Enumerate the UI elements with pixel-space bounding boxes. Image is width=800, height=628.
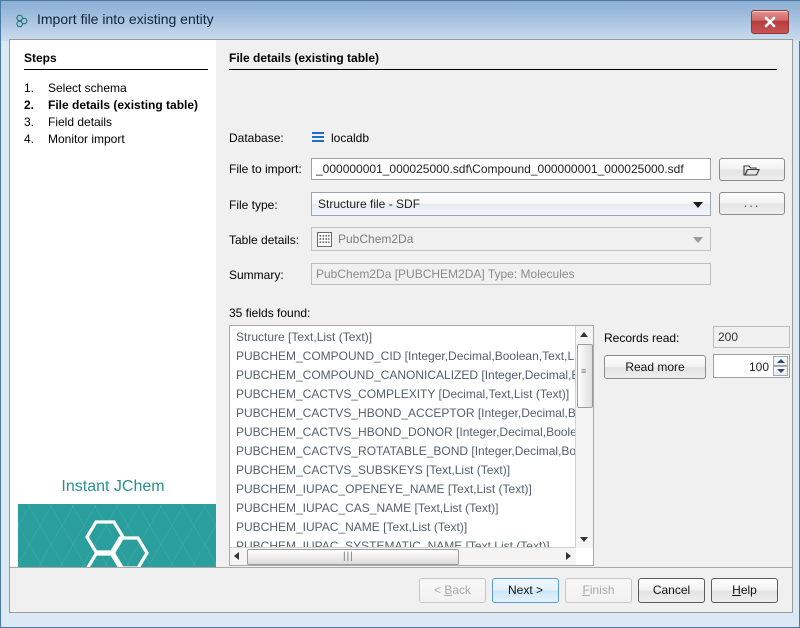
steps-list: 1. Select schema 2. File details (existi… bbox=[24, 80, 210, 148]
list-item[interactable]: PUBCHEM_CACTVS_SUBSKEYS [Text,List (Text… bbox=[230, 461, 576, 480]
step-label: File details (existing table) bbox=[48, 98, 198, 112]
fields-count-label: 35 fields found: bbox=[229, 306, 310, 320]
step-number: 1. bbox=[24, 80, 42, 97]
brand-name: Instant JChem bbox=[10, 478, 216, 496]
fields-list: Structure [Text,List (Text)] PUBCHEM_COM… bbox=[230, 328, 576, 556]
step-number: 2. bbox=[24, 97, 42, 114]
list-item[interactable]: Structure [Text,List (Text)] bbox=[230, 328, 576, 347]
steps-heading: Steps bbox=[24, 51, 57, 65]
list-item[interactable]: PUBCHEM_CACTVS_HBOND_ACCEPTOR [Integer,D… bbox=[230, 404, 576, 423]
step-label: Monitor import bbox=[48, 132, 125, 146]
list-item[interactable]: PUBCHEM_CACTVS_COMPLEXITY [Decimal,Text,… bbox=[230, 385, 576, 404]
cancel-button[interactable]: Cancel bbox=[638, 578, 705, 603]
file-type-options-button[interactable]: ... bbox=[719, 192, 785, 215]
title-divider bbox=[229, 69, 777, 70]
step-item-2: 2. File details (existing table) bbox=[24, 97, 210, 114]
summary-label: Summary: bbox=[229, 268, 284, 282]
chevron-down-icon bbox=[693, 237, 703, 243]
stepper-up-button[interactable] bbox=[773, 356, 788, 366]
dialog-footer: < Back Next > Finish Cancel Help bbox=[9, 567, 793, 613]
steps-divider bbox=[24, 69, 208, 70]
next-button[interactable]: Next > bbox=[492, 578, 559, 603]
horizontal-scrollbar-thumb[interactable]: ||| bbox=[247, 549, 459, 565]
close-button[interactable] bbox=[751, 10, 789, 34]
list-item[interactable]: PUBCHEM_COMPOUND_CANONICALIZED [Integer,… bbox=[230, 366, 576, 385]
file-type-combo[interactable]: Structure file - SDF bbox=[311, 192, 711, 216]
caret-right-icon[interactable] bbox=[566, 552, 571, 560]
vertical-scrollbar-thumb[interactable]: ≡ bbox=[577, 344, 593, 408]
steps-panel: Steps 1. Select schema 2. File details (… bbox=[10, 40, 216, 566]
table-details-label: Table details: bbox=[229, 233, 299, 247]
read-more-button[interactable]: Read more bbox=[604, 355, 706, 379]
help-button[interactable]: Help bbox=[711, 578, 778, 603]
fields-listbox[interactable]: Structure [Text,List (Text)] PUBCHEM_COM… bbox=[229, 325, 594, 566]
summary-value: PubChem2Da [PUBCHEM2DA] Type: Molecules bbox=[311, 263, 711, 285]
step-item-1: 1. Select schema bbox=[24, 80, 210, 97]
records-amount-value: 100 bbox=[749, 357, 769, 377]
finish-button[interactable]: Finish bbox=[565, 578, 632, 603]
grip-icon: ||| bbox=[343, 551, 354, 562]
finish-button-label: Finish bbox=[582, 583, 614, 597]
records-read-label: Records read: bbox=[604, 331, 679, 345]
dialog-window: Import file into existing entity Steps 1… bbox=[0, 0, 800, 628]
jchem-hex-icon bbox=[13, 12, 31, 30]
step-number: 3. bbox=[24, 114, 42, 131]
vertical-scrollbar[interactable]: ≡ bbox=[575, 326, 593, 548]
footer-divider bbox=[10, 567, 792, 568]
chevron-down-icon bbox=[693, 202, 703, 208]
table-details-value: PubChem2Da bbox=[338, 232, 413, 246]
list-item[interactable]: PUBCHEM_IUPAC_OPENEYE_NAME [Text,List (T… bbox=[230, 480, 576, 499]
next-button-label: Next > bbox=[508, 583, 543, 597]
step-label: Field details bbox=[48, 115, 112, 129]
horizontal-scrollbar[interactable]: ||| bbox=[230, 547, 576, 565]
database-value: localdb bbox=[331, 131, 369, 145]
database-lines-icon bbox=[311, 131, 325, 146]
step-label: Select schema bbox=[48, 81, 127, 95]
title-bar: Import file into existing entity bbox=[1, 1, 800, 41]
scroll-down-button[interactable] bbox=[576, 531, 592, 548]
records-read-value: 200 bbox=[713, 326, 790, 348]
stepper-down-button[interactable] bbox=[773, 366, 788, 376]
step-number: 4. bbox=[24, 131, 42, 148]
caret-left-icon[interactable] bbox=[234, 552, 239, 560]
grip-icon: ≡ bbox=[581, 369, 587, 373]
browse-file-button[interactable] bbox=[719, 158, 785, 181]
list-item[interactable]: PUBCHEM_IUPAC_CAS_NAME [Text,List (Text)… bbox=[230, 499, 576, 518]
cancel-button-label: Cancel bbox=[653, 583, 690, 597]
dialog-content: Steps 1. Select schema 2. File details (… bbox=[9, 39, 793, 567]
grid-table-icon bbox=[317, 232, 332, 251]
main-panel: File details (existing table) Database: … bbox=[216, 40, 792, 567]
file-type-label: File type: bbox=[229, 198, 278, 212]
help-button-label: Help bbox=[732, 583, 757, 597]
back-button[interactable]: < Back bbox=[419, 578, 486, 603]
list-item[interactable]: PUBCHEM_IUPAC_NAME [Text,List (Text)] bbox=[230, 518, 576, 537]
file-to-import-input[interactable]: _000000001_000025000.sdf\Compound_000000… bbox=[311, 158, 711, 180]
window-title: Import file into existing entity bbox=[37, 11, 214, 27]
step-item-3: 3. Field details bbox=[24, 114, 210, 131]
page-title: File details (existing table) bbox=[229, 51, 379, 65]
caret-up-icon bbox=[777, 359, 785, 363]
back-button-label: < Back bbox=[434, 583, 471, 597]
caret-down-icon bbox=[580, 537, 588, 542]
scroll-up-button[interactable] bbox=[576, 326, 592, 343]
list-item[interactable]: PUBCHEM_COMPOUND_CID [Integer,Decimal,Bo… bbox=[230, 347, 576, 366]
file-to-import-label: File to import: bbox=[229, 162, 302, 176]
folder-icon bbox=[743, 163, 761, 177]
step-item-4: 4. Monitor import bbox=[24, 131, 210, 148]
list-item[interactable]: PUBCHEM_CACTVS_ROTATABLE_BOND [Integer,D… bbox=[230, 442, 576, 461]
database-label: Database: bbox=[229, 131, 284, 145]
caret-up-icon bbox=[580, 332, 588, 337]
list-item[interactable]: PUBCHEM_CACTVS_HBOND_DONOR [Integer,Deci… bbox=[230, 423, 576, 442]
close-icon bbox=[763, 15, 777, 29]
records-amount-stepper[interactable]: 100 bbox=[713, 354, 790, 378]
table-details-combo[interactable]: PubChem2Da bbox=[311, 227, 711, 251]
file-type-value: Structure file - SDF bbox=[318, 197, 420, 211]
caret-down-icon bbox=[777, 369, 785, 373]
